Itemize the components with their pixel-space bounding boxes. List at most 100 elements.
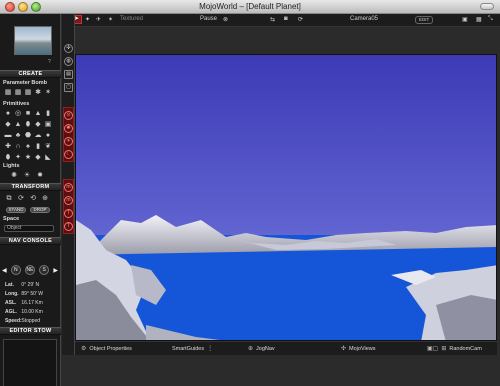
tree-icon[interactable]: ♣	[14, 132, 22, 140]
camera-icon[interactable]: ◙	[284, 16, 288, 22]
jognav-button[interactable]: ⊕ JogNav	[248, 345, 275, 353]
stand-button[interactable]: STAND	[6, 207, 26, 213]
randomcam-label: RandomCam	[449, 345, 482, 352]
edit-camera-button[interactable]: EDIT	[415, 16, 434, 24]
bomb-icon-2[interactable]: ▦	[14, 89, 22, 97]
m-icon[interactable]: m	[64, 183, 73, 192]
agl-value: 10.00 Km	[21, 309, 43, 315]
cylinder-icon[interactable]: ▮	[44, 110, 52, 118]
cross-icon[interactable]: ✚	[4, 143, 12, 151]
refresh-icon[interactable]: ⟳	[298, 16, 303, 23]
nav-row-long: Long. 89° 50' W	[5, 291, 43, 297]
editor-stow-header[interactable]: EDITOR STOW	[0, 327, 61, 335]
spot-light-icon[interactable]: ✹	[36, 172, 44, 180]
plant-icon[interactable]: ♠	[24, 143, 32, 151]
star-icon[interactable]: ★	[24, 154, 32, 162]
nav-row-asl: ASL. 16.17 Km	[5, 300, 43, 306]
t-icon[interactable]: T	[64, 209, 73, 218]
torus-icon[interactable]: ◎	[14, 110, 22, 118]
pause-label[interactable]: Pause	[200, 16, 217, 22]
nav-right-arrow-icon[interactable]: ▶	[53, 267, 58, 274]
sun-icon[interactable]: ✺	[64, 124, 73, 133]
cloud-icon[interactable]: ☁	[34, 132, 42, 140]
m2-icon[interactable]: m	[64, 196, 73, 205]
t2-icon[interactable]: T	[64, 222, 73, 231]
bomb-icon-5[interactable]: ✶	[44, 89, 52, 97]
editor-stow-area[interactable]	[3, 339, 57, 386]
leaf-icon[interactable]: ❦	[44, 143, 52, 151]
compass-icon[interactable]: ✣	[64, 44, 73, 53]
view-toggle-icon: ▣▢	[427, 346, 439, 352]
orbit-icon[interactable]: ⊕	[41, 195, 49, 203]
move-icon[interactable]: ⧉	[5, 195, 13, 203]
globe-icon[interactable]: ◍	[64, 57, 73, 66]
bomb-icon-3[interactable]: ▦	[24, 89, 32, 97]
orbit-tool-icon[interactable]: ✶	[108, 16, 113, 23]
spike-icon[interactable]: ✦	[14, 154, 22, 162]
space-selector[interactable]: Object	[4, 225, 54, 232]
sun-light-icon[interactable]: ✺	[10, 172, 18, 180]
swap-icon[interactable]: ⇆	[270, 16, 275, 23]
layers-icon[interactable]: ▤	[64, 70, 73, 79]
rock-icon[interactable]: ⬣	[24, 132, 32, 140]
plane-icon[interactable]: ▬	[4, 132, 12, 140]
moon-icon[interactable]: ☾	[64, 150, 73, 159]
sun2-icon[interactable]: ☀	[64, 137, 73, 146]
sphere-icon[interactable]: ●	[4, 110, 12, 118]
nav-left-arrow-icon[interactable]: ◀	[2, 267, 7, 274]
render-mode-label[interactable]: Textured	[120, 16, 143, 22]
fly-icon[interactable]: ✈	[96, 16, 101, 23]
object-properties-icon: ⚙	[81, 346, 87, 352]
primitives-row-1: ● ◎ ■ ▲ ▮	[4, 110, 52, 118]
panel-icon[interactable]: ▢	[64, 83, 73, 92]
planet-thumbnail[interactable]	[14, 26, 52, 55]
scale-icon[interactable]: ⟲	[29, 195, 37, 203]
nav-south-button[interactable]: S	[39, 265, 50, 275]
thumbnail-caption: ?	[48, 59, 51, 65]
rotate-icon[interactable]: ⟳	[17, 195, 25, 203]
lights-label: Lights	[3, 163, 20, 169]
long-value: 89° 50' W	[21, 291, 43, 297]
pyramid-icon[interactable]: ▲	[14, 121, 22, 129]
cone-icon[interactable]: ▲	[34, 110, 42, 118]
object-properties-button[interactable]: ⚙ Object Properties	[81, 345, 132, 353]
point-light-icon[interactable]: ☀	[23, 172, 31, 180]
box-icon[interactable]: ▣	[44, 121, 52, 129]
grid-icon[interactable]: ▦	[476, 16, 482, 23]
pillar-icon[interactable]: ▮	[34, 143, 42, 151]
asl-value: 16.17 Km	[21, 300, 43, 306]
cube-icon[interactable]: ■	[24, 110, 32, 118]
toolbar-toggle-button[interactable]	[480, 3, 494, 10]
randomcam-button[interactable]: ▣▢ ⊞ RandomCam	[427, 345, 482, 353]
blob-icon[interactable]: ⬮	[4, 154, 12, 162]
mojoviews-icon: ✣	[341, 346, 347, 352]
bomb-icon-4[interactable]: ✱	[34, 89, 42, 97]
left-panel: ? CREATE Parameter Bomb ▦ ▦ ▦ ✱ ✶ Primit…	[0, 14, 61, 386]
shard-icon[interactable]: ◣	[44, 154, 52, 162]
bomb-icon-1[interactable]: ▦	[4, 89, 12, 97]
drop-button[interactable]: DROP	[30, 207, 50, 213]
arch-icon[interactable]: ∩	[14, 143, 22, 151]
drop-icon[interactable]: ◆	[34, 154, 42, 162]
prism-icon[interactable]: ◆	[34, 121, 42, 129]
pause-icon[interactable]: ⊗	[223, 16, 228, 23]
sphere2-icon[interactable]: ●	[44, 132, 52, 140]
camera2-icon[interactable]: ⊙	[64, 111, 73, 120]
window-icon[interactable]: ▣	[462, 16, 468, 23]
render-viewport[interactable]	[75, 54, 497, 341]
nav-console-header[interactable]: NAV CONSOLE	[0, 237, 61, 245]
disc-icon[interactable]: ◆	[4, 121, 12, 129]
resize-icon[interactable]: ⤡	[488, 16, 493, 23]
nav-console-title: NAV CONSOLE	[8, 238, 53, 244]
create-section-header[interactable]: CREATE	[0, 70, 61, 78]
capsule-icon[interactable]: ⬮	[24, 121, 32, 129]
nav-north-button[interactable]: N	[10, 265, 21, 275]
mojoviews-label: MojoViews	[349, 345, 376, 352]
walk-icon[interactable]: ✦	[85, 16, 90, 23]
mojoviews-button[interactable]: ✣ MojoViews	[341, 345, 376, 353]
transform-section-header[interactable]: TRANSFORM	[0, 183, 61, 191]
smartguides-button[interactable]: SmartGuides ⋮	[172, 345, 213, 353]
nav-northeast-button[interactable]: NE	[25, 265, 35, 275]
camera-name-label[interactable]: Camera05	[350, 16, 378, 22]
nav-row-lat: Lat. 0° 29' N	[5, 282, 39, 288]
